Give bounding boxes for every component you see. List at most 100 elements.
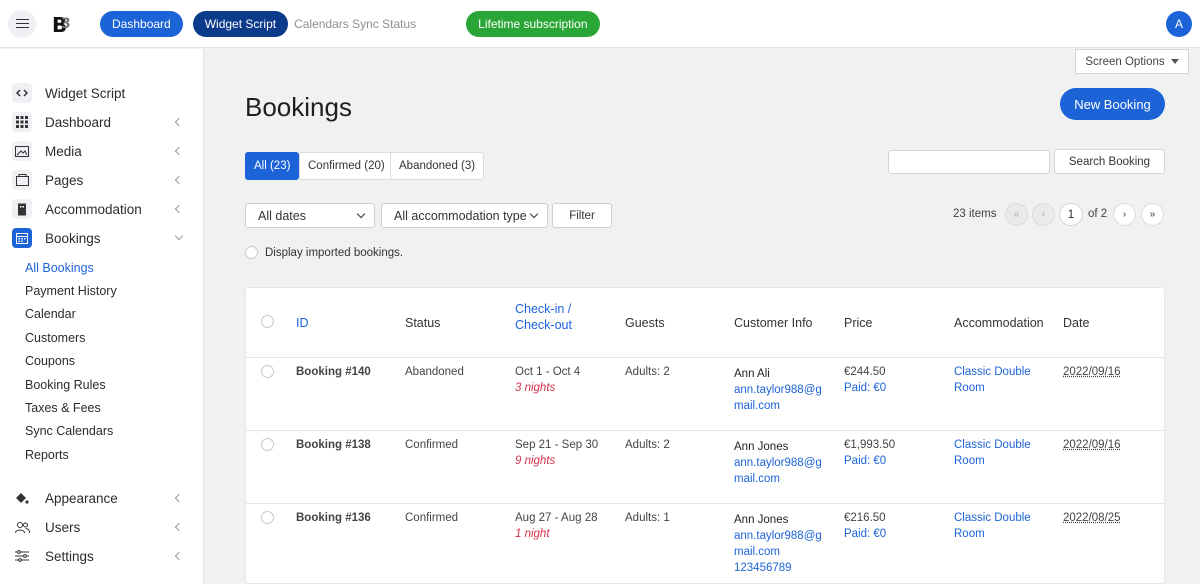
column-header-accommodation: Accommodation [954,316,1044,330]
avatar[interactable]: A [1166,11,1192,37]
accommodation-link[interactable]: Classic Double [954,510,1031,526]
row-checkbox[interactable] [261,438,274,451]
booking-guests: Adults: 2 [625,366,670,378]
customer-email-cont[interactable]: mail.com [734,471,780,487]
customer-email-cont[interactable]: mail.com [734,544,780,560]
dashboard-button[interactable]: Dashboard [100,10,183,37]
customer-phone[interactable]: 123456789 [734,560,792,576]
current-page-input[interactable]: 1 [1059,203,1083,226]
booking-dates: Aug 27 - Aug 28 [515,512,598,524]
screen-options-label: Screen Options [1085,55,1165,68]
sidebar-subitem-sync-calendars[interactable]: Sync Calendars [25,424,113,438]
sidebar-item-label: Users [45,519,81,535]
menu-icon[interactable] [8,9,36,38]
display-imported-radio[interactable] [245,246,258,259]
sidebar-subitem-booking-rules[interactable]: Booking Rules [25,378,106,392]
sidebar-subitem-payment-history[interactable]: Payment History [25,284,117,298]
pages-icon [12,170,32,190]
row-divider [246,430,1164,431]
accommodation-link-cont[interactable]: Room [954,453,985,469]
customer-email-cont[interactable]: mail.com [734,398,780,414]
screen-options-button[interactable]: Screen Options [1075,49,1189,74]
customer-email[interactable]: ann.taylor988@g [734,528,822,544]
new-booking-button[interactable]: New Booking [1060,88,1165,120]
sidebar-subitem-taxes-fees[interactable]: Taxes & Fees [25,401,101,415]
booking-id-link[interactable]: Booking #136 [296,510,371,526]
booking-price: €216.50 [844,512,886,524]
page-title: Bookings [245,92,352,122]
accommodation-link-cont[interactable]: Room [954,380,985,396]
accommodation-link[interactable]: Classic Double [954,437,1031,453]
tab-all[interactable]: All (23) [245,152,300,180]
booking-status: Confirmed [405,512,459,524]
prev-page-button[interactable]: ‹ [1032,203,1055,226]
column-header-checkin[interactable]: Check-in / [515,301,571,317]
column-header-id[interactable]: ID [296,315,309,331]
sidebar-item-pages[interactable]: Pages [12,169,192,191]
sidebar-item-appearance[interactable]: Appearance [12,487,192,509]
search-booking-button[interactable]: Search Booking [1054,149,1165,174]
tab-confirmed[interactable]: Confirmed (20) [299,152,394,180]
chevron-left-icon [174,146,184,156]
booking-date: 2022/09/16 [1063,366,1121,378]
row-checkbox[interactable] [261,511,274,524]
dates-select[interactable]: All dates [245,203,375,228]
display-imported-toggle[interactable]: Display imported bookings. [245,246,403,259]
customer-email[interactable]: ann.taylor988@g [734,382,822,398]
column-header-status: Status [405,316,441,330]
booking-price: €244.50 [844,366,886,378]
logo[interactable]: B3 [52,12,76,37]
booking-dates: Sep 21 - Sep 30 [515,439,599,451]
sidebar-item-dashboard[interactable]: Dashboard [12,111,192,133]
column-header-guests: Guests [625,316,665,330]
sidebar-subitem-coupons[interactable]: Coupons [25,354,75,368]
sidebar-item-media[interactable]: Media [12,140,192,162]
sidebar-item-bookings[interactable]: Bookings [12,227,192,249]
items-count: 23 items [953,208,997,220]
sidebar-item-settings[interactable]: Settings [12,545,192,567]
chevron-left-icon [174,175,184,185]
booking-date: 2022/09/16 [1063,439,1121,451]
calendars-sync-status-link[interactable]: Calendars Sync Status [294,17,416,31]
sidebar-item-label: Appearance [45,490,118,506]
sidebar-item-accommodation[interactable]: Accommodation [12,198,192,220]
next-page-button[interactable]: › [1113,203,1136,226]
booking-nights: 9 nights [515,455,556,467]
sidebar-subitem-all-bookings[interactable]: All Bookings [25,261,94,275]
last-page-button[interactable]: » [1141,203,1164,226]
booking-id-link[interactable]: Booking #138 [296,437,371,453]
customer-email[interactable]: ann.taylor988@g [734,455,822,471]
sidebar-subitem-calendar[interactable]: Calendar [25,307,76,321]
accommodation-link-cont[interactable]: Room [954,526,985,542]
select-all-checkbox[interactable] [261,315,274,328]
row-divider [246,357,1164,358]
sidebar-subitem-customers[interactable]: Customers [25,331,85,345]
lifetime-subscription-button[interactable]: Lifetime subscription [466,10,600,37]
column-header-checkout[interactable]: Check-out [515,317,572,333]
sidebar-item-label: Accommodation [45,201,142,217]
accommodation-type-select[interactable]: All accommodation type [381,203,548,228]
dates-select-value: All dates [258,208,306,223]
first-page-button[interactable]: « [1005,203,1028,226]
sidebar-item-label: Settings [45,548,94,564]
chevron-down-icon [356,209,366,219]
sidebar-item-label: Media [45,143,82,159]
calendar-icon [12,228,32,248]
widget-script-button[interactable]: Widget Script [192,10,289,37]
filter-button[interactable]: Filter [552,203,612,228]
column-header-customer-info: Customer Info [734,316,813,330]
sidebar-subitem-reports[interactable]: Reports [25,448,69,462]
sidebar-item-users[interactable]: Users [12,516,192,538]
accommodation-link[interactable]: Classic Double [954,364,1031,380]
row-checkbox[interactable] [261,365,274,378]
sidebar-item-widget-script[interactable]: Widget Script [12,82,192,104]
booking-paid: Paid: €0 [844,382,887,394]
tab-abandoned[interactable]: Abandoned (3) [390,152,485,180]
search-input[interactable] [888,150,1050,174]
column-header-date: Date [1063,316,1090,330]
sidebar-item-label: Dashboard [45,114,112,130]
booking-id-link[interactable]: Booking #140 [296,364,371,380]
row-divider [246,503,1164,504]
booking-nights: 1 night [515,528,550,540]
chevron-left-icon [174,117,184,127]
